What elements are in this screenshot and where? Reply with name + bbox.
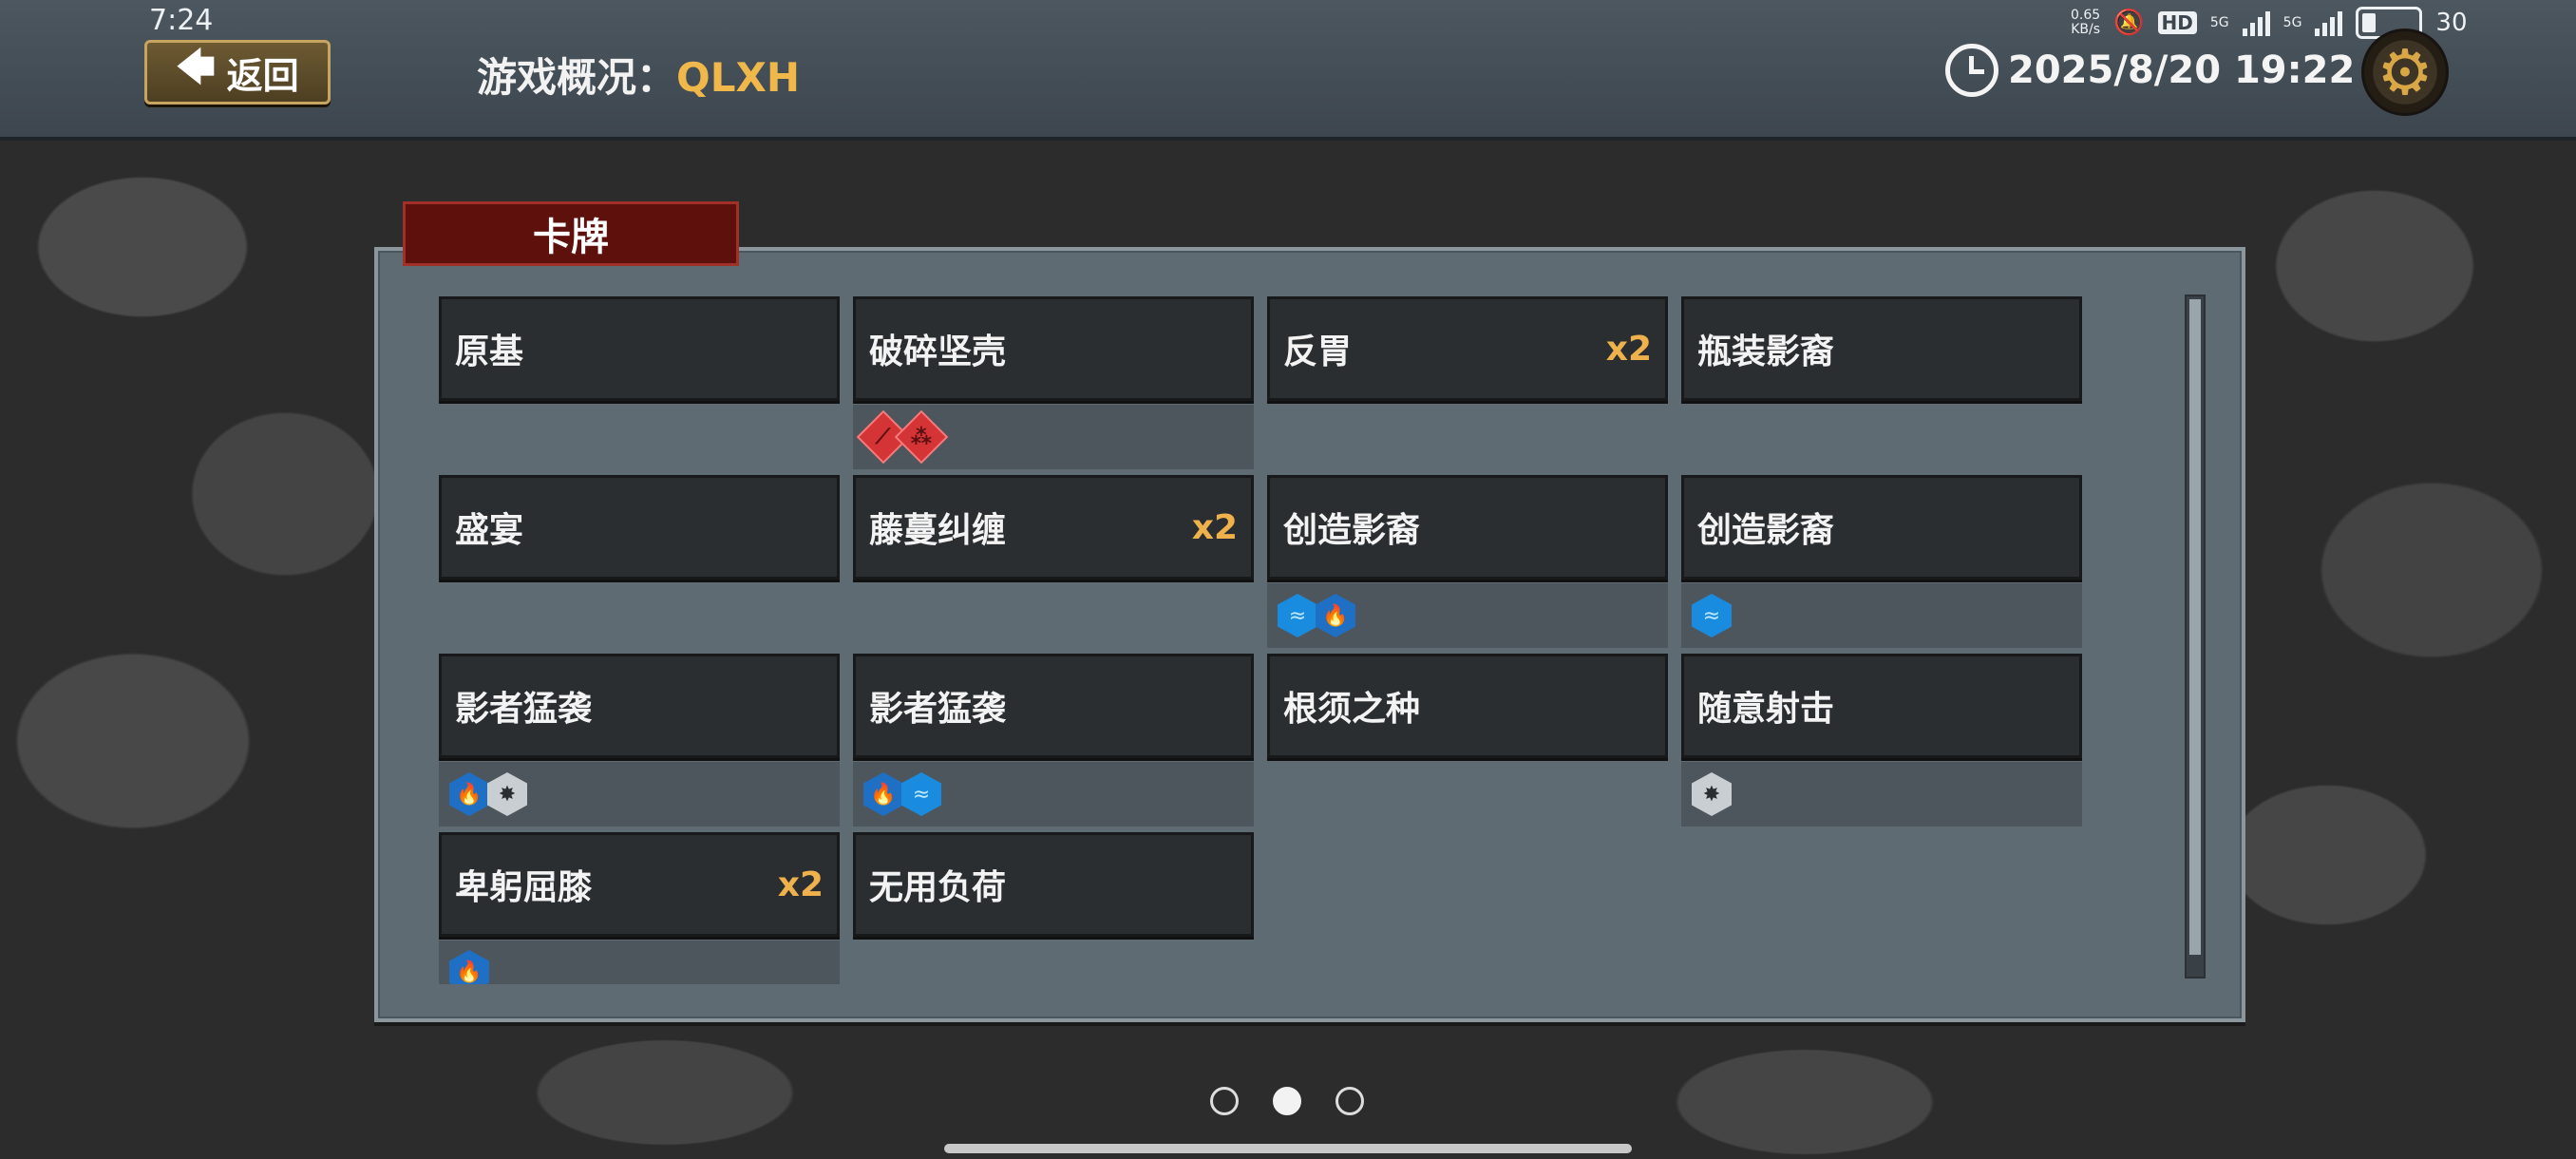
settings-button[interactable]: ⚙ [2361,28,2449,116]
page-dot[interactable] [1273,1087,1301,1115]
card-header[interactable]: 卑躬屈膝 x2 [439,832,840,937]
card-tags: ⟋ ⁂ [853,405,1254,469]
panel-tab-cards[interactable]: 卡牌 [403,201,739,266]
fire-icon: 🔥 [448,950,490,984]
card-header[interactable]: 破碎坚壳 [853,296,1254,401]
card-count: x2 [1605,329,1652,369]
datetime-display: 2025/8/20 19:22 [1945,44,2355,97]
page-title: 游戏概况：QLXH [477,54,801,101]
mute-icon: 🔕 [2113,9,2145,37]
card-tags [1681,405,2082,469]
card-item[interactable]: 卑躬屈膝 x2 🔥 [439,832,840,1011]
signal-icon [2242,10,2270,36]
card-grid: 原基 破碎坚壳 ⟋ ⁂ 反胃 x2 瓶装影裔 盛宴 藤蔓纠缠 x2 创造影裔 ≈ 🔥 创造影裔 ≈ 影者猛袭 🔥… [439,296,2088,1011]
card-tags: ≈ 🔥 [1267,583,1668,648]
card-item[interactable]: 无用负荷 [853,832,1254,1011]
card-item[interactable]: 创造影裔 ≈ 🔥 [1267,475,1668,654]
bleed-icon: ⁂ [894,409,949,465]
card-name: 创造影裔 [1283,511,1421,550]
card-tags [1267,405,1668,469]
shadow-icon: ✸ [486,772,528,816]
card-item[interactable]: 影者猛袭 🔥 ✸ [439,654,840,832]
back-button[interactable]: 🡄 返回 [144,40,331,104]
home-indicator[interactable] [944,1144,1632,1153]
card-item[interactable]: 破碎坚壳 ⟋ ⁂ [853,296,1254,475]
gear-icon: ⚙ [2377,35,2434,109]
card-item[interactable]: 盛宴 [439,475,840,654]
fire-icon: 🔥 [448,772,490,816]
card-tags: 🔥 ✸ [439,762,840,826]
card-tags [1267,762,1668,826]
signal-icon [2315,10,2343,36]
fire-icon: 🔥 [1315,594,1356,637]
card-count: x2 [777,864,824,904]
card-item[interactable]: 影者猛袭 🔥 ≈ [853,654,1254,832]
status-time: 7:24 [149,4,214,37]
card-tags: 🔥 ≈ [853,762,1254,826]
card-item[interactable]: 随意射击 ✸ [1681,654,2082,832]
card-header[interactable]: 瓶装影裔 [1681,296,2082,401]
card-name: 影者猛袭 [455,690,593,729]
card-item[interactable]: 藤蔓纠缠 x2 [853,475,1254,654]
fire-icon: 🔥 [862,772,904,816]
card-name: 瓶装影裔 [1697,332,1835,371]
card-count: x2 [1191,507,1238,547]
network-speed: 0.65 KB/s [2071,8,2101,37]
card-header[interactable]: 原基 [439,296,840,401]
card-name: 随意射击 [1697,690,1835,729]
card-name: 盛宴 [455,511,524,550]
card-name: 卑躬屈膝 [455,868,593,907]
page-dot[interactable] [1210,1087,1239,1115]
card-tags: ✸ [1681,762,2082,826]
card-header[interactable]: 影者猛袭 [439,654,840,758]
card-item[interactable]: 瓶装影裔 [1681,296,2082,475]
card-header[interactable]: 随意射击 [1681,654,2082,758]
card-tags [853,940,1254,984]
clock-icon [1945,44,1998,97]
card-name: 创造影裔 [1697,511,1835,550]
card-name: 反胃 [1283,332,1353,371]
card-item[interactable]: 根须之种 [1267,654,1668,832]
water-icon: ≈ [1691,594,1733,637]
card-header[interactable]: 创造影裔 [1267,475,1668,580]
card-name: 根须之种 [1283,690,1421,729]
card-tags: ≈ [1681,583,2082,648]
card-header[interactable]: 创造影裔 [1681,475,2082,580]
card-item[interactable]: 原基 [439,296,840,475]
card-header[interactable]: 藤蔓纠缠 x2 [853,475,1254,580]
card-name: 破碎坚壳 [869,332,1007,371]
card-tags [439,583,840,648]
water-icon: ≈ [1277,594,1318,637]
page-indicator [1210,1087,1364,1115]
card-item[interactable]: 创造影裔 ≈ [1681,475,2082,654]
battery-level: 30 [2435,9,2468,37]
card-tags: 🔥 [439,940,840,984]
card-header[interactable]: 盛宴 [439,475,840,580]
water-icon: ≈ [900,772,942,816]
arrow-left-icon: 🡄 [176,46,216,89]
card-item[interactable]: 反胃 x2 [1267,296,1668,475]
back-label: 返回 [226,54,299,97]
shadow-icon: ✸ [1691,772,1733,816]
card-tags [853,583,1254,648]
card-header[interactable]: 影者猛袭 [853,654,1254,758]
page-dot[interactable] [1335,1087,1364,1115]
card-header[interactable]: 反胃 x2 [1267,296,1668,401]
card-name: 影者猛袭 [869,690,1007,729]
card-header[interactable]: 根须之种 [1267,654,1668,758]
card-header[interactable]: 无用负荷 [853,832,1254,937]
top-bar: 7:24 0.65 KB/s 🔕 HD 5G 5G 30 🡄 返回 游戏概况：Q… [0,0,2576,141]
card-tags [439,405,840,469]
card-name: 无用负荷 [869,868,1007,907]
scrollbar-thumb[interactable] [2189,299,2201,955]
scrollbar[interactable] [2185,294,2206,978]
card-name: 原基 [455,332,524,371]
hd-icon: HD [2157,11,2197,34]
card-name: 藤蔓纠缠 [869,511,1007,550]
datetime-text: 2025/8/20 19:22 [2008,48,2356,92]
game-name: QLXH [676,54,801,101]
